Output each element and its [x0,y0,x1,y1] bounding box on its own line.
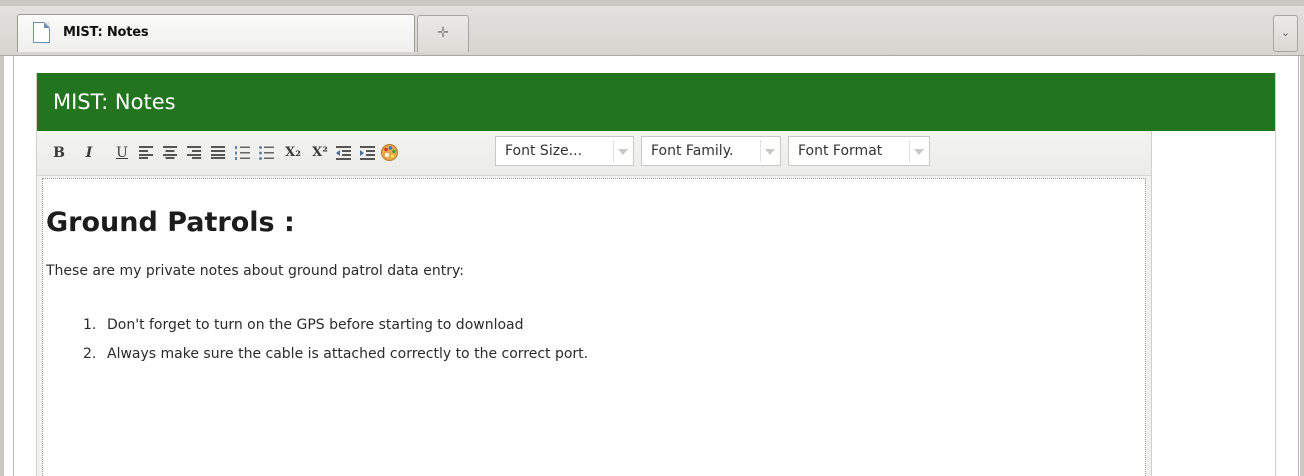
panel-header: MIST: Notes [37,73,1275,131]
panel-title: MIST: Notes [53,90,176,114]
editor-toolbar: B I U X₂ X² Font Size... Font Family. Fo… [37,131,1151,176]
align-left-icon [139,146,153,159]
list-item-text: Don't forget to turn on the GPS before s… [107,317,524,333]
italic-icon: I [85,145,93,161]
subscript-icon: X₂ [285,145,301,160]
ordered-list-button[interactable] [232,142,252,164]
list-item-text: Always make sure the cable is attached c… [107,346,589,362]
unordered-list-button[interactable] [256,142,276,164]
select-divider [760,140,761,162]
browser-tab-strip: MIST: Notes ✛ ⌄ [0,0,1304,56]
text-color-button[interactable] [380,142,400,164]
font-family-label: Font Family. [651,143,734,159]
align-right-icon [187,146,201,159]
font-format-select[interactable]: Font Format [788,136,930,166]
font-size-select[interactable]: Font Size... [495,136,634,166]
bold-icon: B [53,145,65,161]
window-right-edge [1300,56,1304,476]
editor-body[interactable]: Ground Patrols : These are my private no… [42,178,1146,476]
ordered-list-icon [235,146,250,160]
chevron-down-icon [914,149,924,155]
subscript-button[interactable]: X₂ [281,142,305,164]
underline-button[interactable]: U [112,142,132,164]
document-heading: Ground Patrols : [46,207,295,238]
rich-text-editor: B I U X₂ X² Font Size... Font Family. Fo… [37,131,1152,476]
document-ordered-list: 1. Don't forget to turn on the GPS before… [83,311,588,369]
align-center-button[interactable] [160,142,180,164]
tab-title: MIST: Notes [63,25,149,40]
align-justify-button[interactable] [208,142,228,164]
align-justify-icon [211,146,225,159]
list-item: 2. Always make sure the cable is attached… [83,340,588,369]
document-paragraph: These are my private notes about ground … [46,263,464,279]
chevron-down-icon [618,149,628,155]
unordered-list-icon [259,146,274,160]
font-format-label: Font Format [798,143,883,159]
notes-panel: MIST: Notes B I U X₂ X² Font Size... Fon… [36,73,1276,476]
indent-button[interactable] [357,142,377,164]
align-left-button[interactable] [136,142,156,164]
chevron-down-icon: ⌄ [1280,26,1291,39]
indent-icon [360,146,375,160]
bold-button[interactable]: B [49,142,69,164]
list-item-number: 1. [83,317,97,333]
outdent-button[interactable] [333,142,353,164]
list-item-number: 2. [83,346,97,362]
font-size-label: Font Size... [505,143,583,159]
plus-icon: ✛ [437,25,449,41]
window-top-edge [0,0,1304,6]
page-icon [33,22,50,43]
underline-icon: U [116,145,128,161]
font-family-select[interactable]: Font Family. [641,136,781,166]
italic-button[interactable]: I [79,142,99,164]
superscript-button[interactable]: X² [308,142,332,164]
chevron-down-icon [765,149,775,155]
panel-right-area [1153,131,1275,476]
outdent-icon [336,146,351,160]
color-palette-icon [381,144,398,161]
select-divider [613,140,614,162]
tab-mist-notes[interactable]: MIST: Notes [17,14,415,52]
align-center-icon [163,146,177,159]
superscript-icon: X² [312,145,328,160]
list-item: 1. Don't forget to turn on the GPS before… [83,311,588,340]
window-left-edge [0,56,4,476]
new-tab-button[interactable]: ✛ [417,15,469,52]
select-divider [909,140,910,162]
list-all-tabs-button[interactable]: ⌄ [1273,15,1298,52]
align-right-button[interactable] [184,142,204,164]
